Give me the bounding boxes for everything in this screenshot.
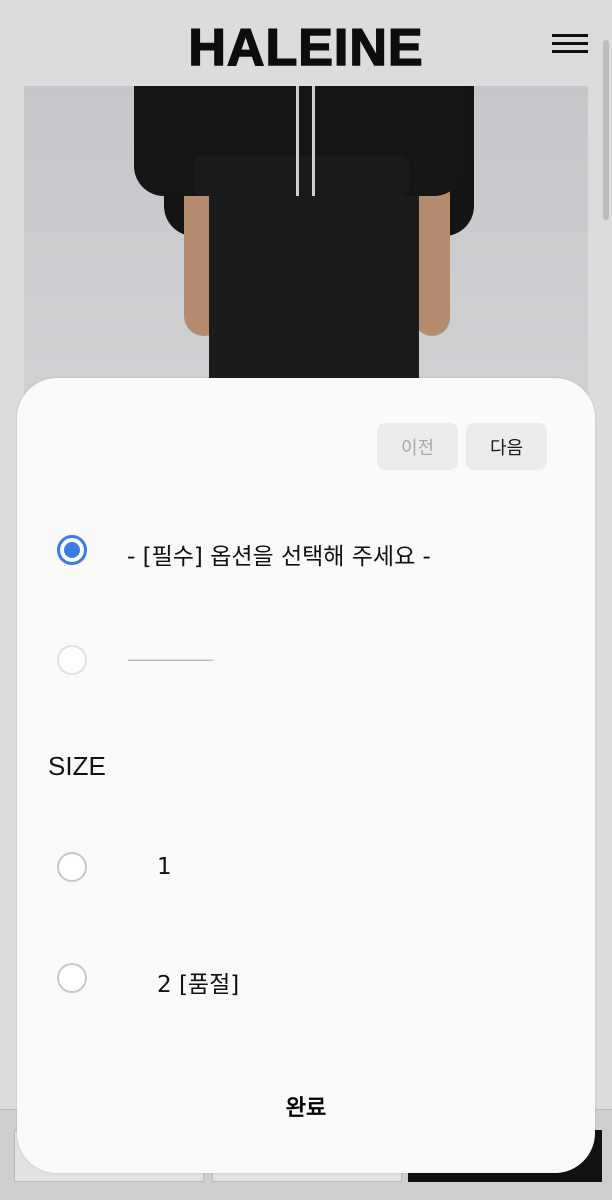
option-divider[interactable]: ------------------- — [57, 633, 557, 693]
done-button[interactable]: 완료 — [17, 1090, 595, 1122]
hamburger-menu-icon[interactable] — [552, 34, 588, 56]
option-label: - [필수] 옵션을 선택해 주세요 - — [127, 544, 431, 570]
size-option-1[interactable]: 1 — [57, 840, 557, 900]
option-label: ------------------- — [127, 649, 214, 670]
prev-button[interactable]: 이전 — [377, 423, 458, 470]
radio-unselected-icon[interactable] — [57, 963, 87, 993]
size-label: 1 — [157, 854, 172, 880]
size-heading: SIZE — [48, 751, 106, 781]
brand-logo[interactable]: HALEINE — [0, 18, 612, 78]
page-scrollbar[interactable] — [603, 40, 609, 220]
next-button[interactable]: 다음 — [466, 423, 547, 470]
radio-unselected-icon[interactable] — [57, 852, 87, 882]
size-label: 2 [품절] — [157, 972, 240, 998]
radio-selected-icon[interactable] — [57, 535, 87, 565]
product-image — [24, 86, 588, 416]
option-select-sheet: 이전 다음 - [필수] 옵션을 선택해 주세요 - -------------… — [17, 378, 595, 1173]
option-required-placeholder[interactable]: - [필수] 옵션을 선택해 주세요 - — [57, 523, 557, 583]
size-option-2[interactable]: 2 [품절] — [57, 951, 557, 1011]
radio-unselected-icon[interactable] — [57, 645, 87, 675]
